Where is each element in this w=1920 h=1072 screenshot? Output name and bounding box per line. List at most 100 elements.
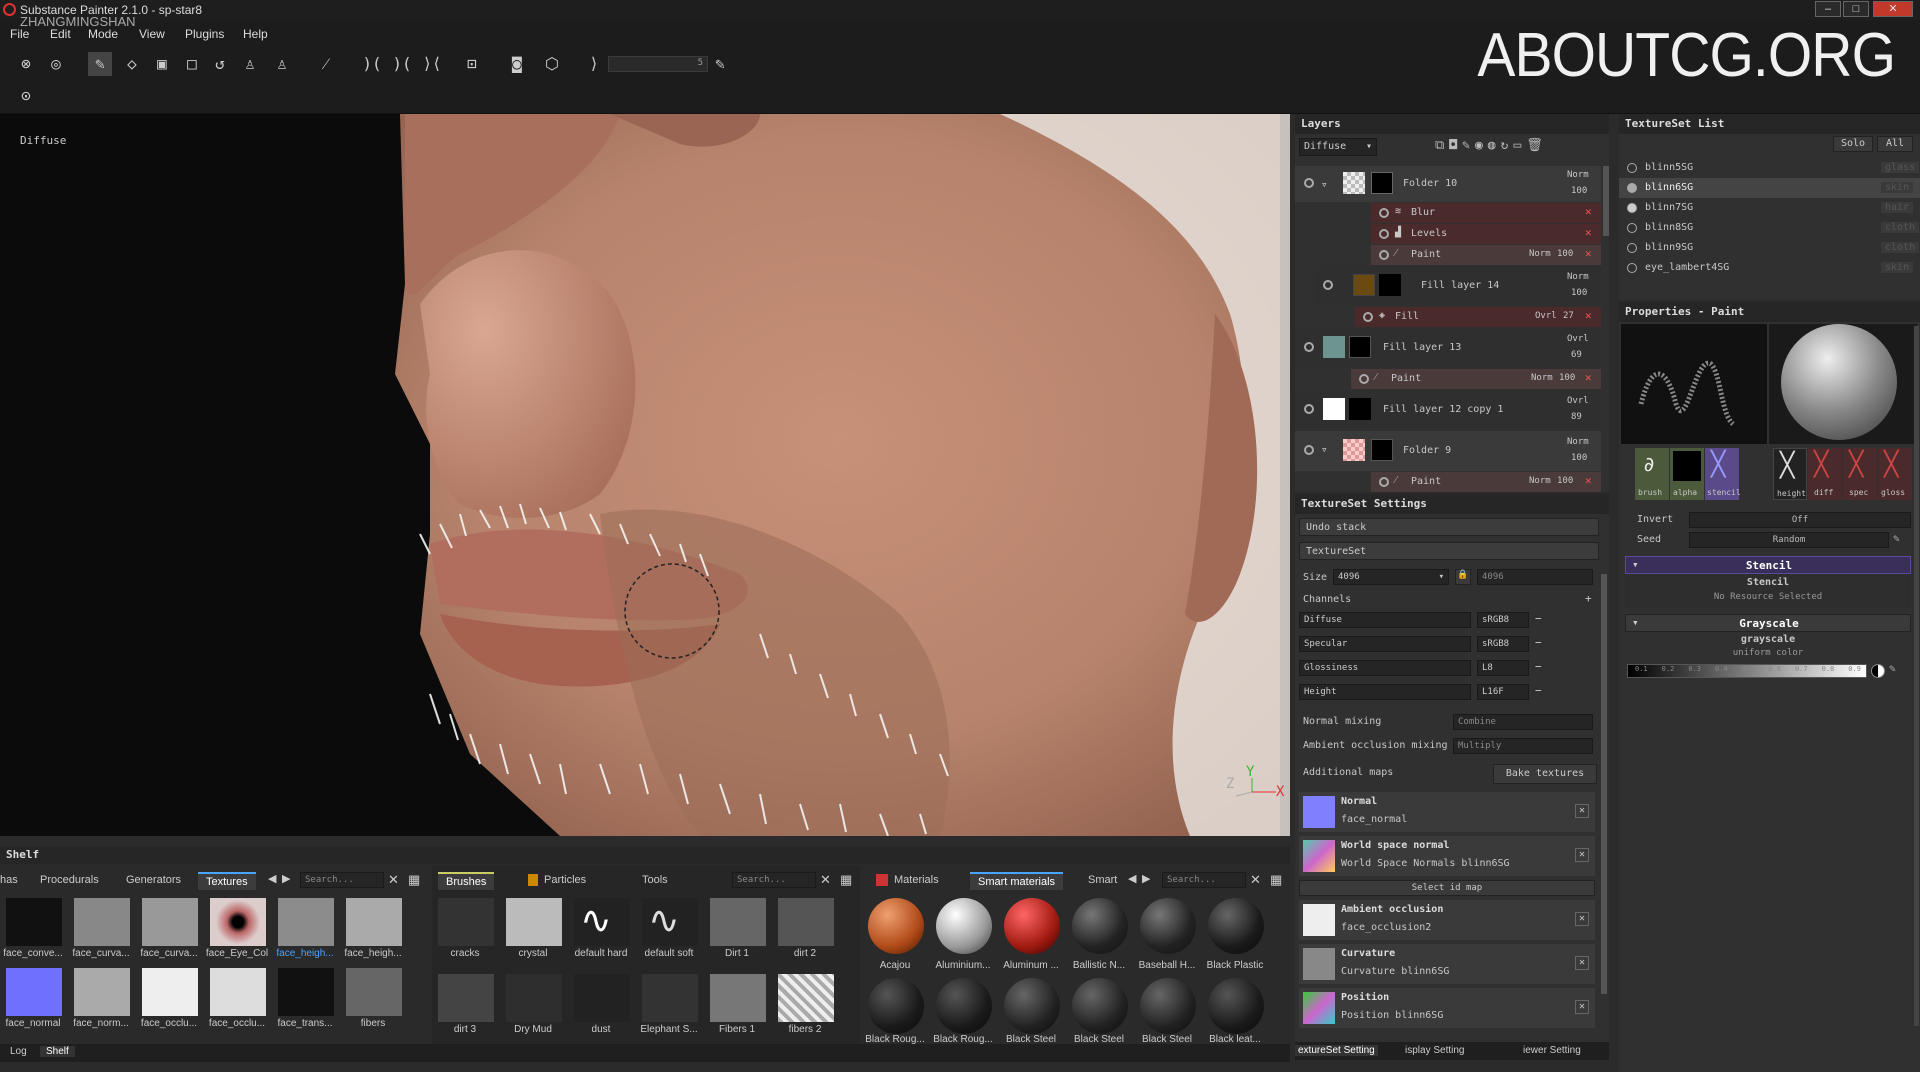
- remove-icon[interactable]: ✕: [1585, 247, 1592, 260]
- tab-next-icon[interactable]: ▶: [1142, 872, 1150, 885]
- tab-smart-masks[interactable]: Smart: [1088, 874, 1126, 886]
- eye-icon[interactable]: [1359, 374, 1369, 384]
- menu-help[interactable]: Help: [243, 27, 268, 41]
- textureset-section[interactable]: TextureSet: [1299, 542, 1599, 560]
- remove-icon[interactable]: ✕: [1585, 371, 1592, 384]
- size-select[interactable]: 4096 ▾: [1333, 569, 1449, 585]
- tab-textures[interactable]: Textures: [198, 872, 256, 890]
- brush-thumbnail[interactable]: [574, 974, 630, 1022]
- tab-brushes[interactable]: Brushes: [438, 872, 495, 890]
- eye-icon[interactable]: [1304, 342, 1314, 352]
- effect-blend-mode[interactable]: Ovrl: [1535, 311, 1557, 321]
- material-ball[interactable]: [936, 898, 992, 954]
- eye-icon[interactable]: [1363, 312, 1373, 322]
- select-id-map-button[interactable]: Select id map: [1299, 880, 1595, 896]
- delete-icon[interactable]: 🗑: [1526, 138, 1548, 153]
- tab-generators[interactable]: Generators: [126, 874, 181, 886]
- textureset-shader[interactable]: skin: [1881, 182, 1914, 193]
- effect-opacity[interactable]: 27: [1563, 311, 1574, 321]
- paint-layer-icon[interactable]: ✎: [1462, 138, 1475, 153]
- eyedropper-icon[interactable]: ✎: [1889, 662, 1896, 675]
- effect-opacity[interactable]: 100: [1557, 476, 1573, 486]
- eyedropper-icon[interactable]: ⁄: [314, 52, 338, 76]
- layer-opacity[interactable]: 69: [1571, 350, 1582, 360]
- channel-format[interactable]: L8: [1477, 660, 1529, 676]
- brush-thumbnail[interactable]: [438, 898, 494, 946]
- layer-row[interactable]: Fill layer 13 Ovrl 69: [1295, 328, 1601, 368]
- effect-row-fill[interactable]: ◈ Fill Ovrl 27 ✕: [1355, 307, 1601, 327]
- map-slot-curvature[interactable]: Curvature Curvature blinn6SG ✕: [1299, 944, 1595, 984]
- brush-thumbnail[interactable]: [642, 974, 698, 1022]
- effect-row-paint[interactable]: ⁄ Paint Norm 100 ✕: [1351, 369, 1601, 389]
- brush-slot[interactable]: ∂ brush: [1635, 448, 1669, 500]
- material-ball[interactable]: [1072, 978, 1128, 1034]
- map-slot-ambient-occlusion[interactable]: Ambient occlusion face_occlusion2 ✕: [1299, 900, 1595, 940]
- effect-blend-mode[interactable]: Norm: [1531, 373, 1553, 383]
- layer-row[interactable]: Fill layer 14 Norm 100: [1315, 266, 1601, 306]
- brush-thumbnail[interactable]: [710, 898, 766, 946]
- radio-icon[interactable]: [1627, 223, 1637, 233]
- normal-mixing-select[interactable]: Combine: [1453, 714, 1593, 730]
- cube-icon[interactable]: ⬡: [540, 52, 564, 76]
- clear-map-icon[interactable]: ✕: [1575, 804, 1589, 818]
- remove-icon[interactable]: ✕: [1585, 226, 1592, 239]
- layer-opacity[interactable]: 89: [1571, 412, 1582, 422]
- diff-slot[interactable]: ╳ diff: [1808, 448, 1842, 500]
- eraser-icon[interactable]: ◇: [120, 52, 144, 76]
- add-effect-icon[interactable]: ⧉: [1435, 138, 1449, 153]
- alpha-slot[interactable]: alpha: [1670, 448, 1704, 500]
- maximize-button[interactable]: □: [1843, 1, 1869, 17]
- eye-icon[interactable]: [1304, 404, 1314, 414]
- brush-thumbnail[interactable]: ∿: [574, 898, 630, 946]
- mask-icon[interactable]: ◍: [1488, 138, 1501, 153]
- layer-blend-mode[interactable]: Ovrl: [1567, 396, 1589, 406]
- solo-button[interactable]: Solo: [1833, 136, 1873, 152]
- all-button[interactable]: All: [1877, 136, 1913, 152]
- remove-icon[interactable]: ✕: [1585, 205, 1592, 218]
- textureset-shader[interactable]: hair: [1881, 202, 1914, 213]
- textureset-row[interactable]: blinn7SG hair: [1619, 198, 1920, 218]
- effect-row-paint[interactable]: ⁄ Paint Norm 100 ✕: [1371, 245, 1601, 265]
- eye-icon[interactable]: [1304, 178, 1314, 188]
- menu-view[interactable]: View: [139, 27, 165, 41]
- radio-icon[interactable]: [1627, 263, 1637, 273]
- layer-opacity[interactable]: 100: [1571, 186, 1587, 196]
- layer-opacity[interactable]: 100: [1571, 288, 1587, 298]
- brush-thumbnail[interactable]: ∿: [642, 898, 698, 946]
- texture-thumbnail[interactable]: [210, 968, 266, 1016]
- tab-next-icon[interactable]: ▶: [282, 872, 290, 885]
- symmetry-mirror-icon[interactable]: )(: [390, 52, 414, 76]
- material-ball[interactable]: [1208, 978, 1264, 1034]
- fill-layer-icon[interactable]: ◉: [1475, 138, 1488, 153]
- effect-opacity[interactable]: 100: [1557, 249, 1573, 259]
- layer-blend-mode[interactable]: Ovrl: [1567, 334, 1589, 344]
- eye-icon[interactable]: [1379, 477, 1389, 487]
- texture-thumbnail[interactable]: [278, 898, 334, 946]
- grayscale-slider[interactable]: 0.1 0.2 0.3 0.4 0.5 0.6 0.7 0.8 0.9: [1627, 664, 1867, 678]
- seed-button[interactable]: Random: [1689, 532, 1889, 548]
- material-ball[interactable]: [1004, 898, 1060, 954]
- stencil-slot[interactable]: ╳ stencil: [1705, 448, 1741, 500]
- radio-icon[interactable]: [1627, 163, 1637, 173]
- brush-size-slider[interactable]: 5: [608, 56, 708, 72]
- clear-search-icon[interactable]: ✕: [388, 872, 399, 888]
- texture-thumbnail[interactable]: [346, 898, 402, 946]
- texture-thumbnail[interactable]: [74, 968, 130, 1016]
- clear-map-icon[interactable]: ✕: [1575, 1000, 1589, 1014]
- channel-format[interactable]: L16F: [1477, 684, 1529, 700]
- tab-display-settings[interactable]: isplay Setting: [1405, 1045, 1464, 1056]
- height-slot[interactable]: ╳ height: [1773, 448, 1807, 500]
- map-slot-position[interactable]: Position Position blinn6SG ✕: [1299, 988, 1595, 1028]
- brushes-search-input[interactable]: Search...: [732, 872, 816, 888]
- effect-blend-mode[interactable]: Norm: [1529, 249, 1551, 259]
- remove-channel-icon[interactable]: −: [1535, 636, 1542, 649]
- tab-alphas[interactable]: has: [0, 874, 18, 886]
- tab-smart-materials[interactable]: Smart materials: [970, 872, 1064, 890]
- material-ball[interactable]: [1140, 978, 1196, 1034]
- pencil-icon[interactable]: ✎: [708, 52, 732, 76]
- tab-tools[interactable]: Tools: [642, 874, 668, 886]
- ao-mixing-select[interactable]: Multiply: [1453, 738, 1593, 754]
- tab-shelf[interactable]: Shelf: [40, 1046, 75, 1057]
- settings-scrollbar[interactable]: [1601, 574, 1607, 994]
- material-ball[interactable]: [1140, 898, 1196, 954]
